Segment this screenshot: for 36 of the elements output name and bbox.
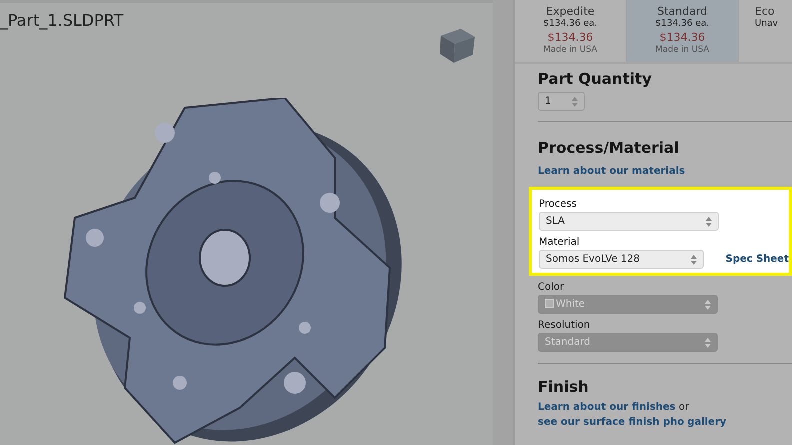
up-down-arrow-icon <box>690 254 697 264</box>
gallery-link[interactable]: gallery <box>688 417 727 428</box>
file-name: _Part_1.SLDPRT <box>0 10 124 32</box>
connector-text: or <box>678 402 690 413</box>
select-field: Standard <box>538 333 718 352</box>
gallery-link[interactable]: see our surface finish pho <box>538 417 684 428</box>
field-label: Process <box>539 198 578 212</box>
view-cube-icon[interactable] <box>437 26 477 64</box>
total-price: $134.36 <box>658 30 706 46</box>
up-down-arrow-icon <box>705 338 711 348</box>
spec-sheet-link[interactable]: Spec Sheet <box>726 252 789 267</box>
option-name: Standard <box>656 5 709 19</box>
select-field: White <box>538 295 718 314</box>
section-heading: Finish <box>538 378 590 396</box>
section-heading: Part Quantity <box>538 70 653 88</box>
option-name: Eco <box>755 5 776 20</box>
select-field[interactable]: SLA <box>539 212 719 231</box>
up-down-arrow-icon <box>706 216 712 226</box>
up-down-arrow-icon <box>705 300 711 310</box>
total-price: $134.36 <box>546 30 594 46</box>
materials-link[interactable]: Learn about our materials <box>538 164 686 179</box>
field-label: Color <box>538 281 566 295</box>
select-field[interactable]: Somos EvoLVe 128 <box>539 250 704 269</box>
shipping-option-tab[interactable]: Standard $134.36 ea. $134.36 Made in USA <box>627 0 739 62</box>
finishes-link[interactable]: Learn about our finishes <box>538 402 676 413</box>
option-name: Expedite <box>545 5 596 19</box>
unit-price: Unav <box>755 19 780 31</box>
unit-price: $134.36 ea. <box>654 19 710 31</box>
origin-label: Made in USA <box>654 45 710 56</box>
field-label: Material <box>539 236 581 250</box>
section-heading: Process/Material <box>538 139 680 157</box>
up-down-arrow-icon <box>572 96 578 106</box>
unit-price: $134.36 ea. <box>542 19 598 31</box>
field-label: Resolution <box>538 319 592 333</box>
quantity-select[interactable]: 1 <box>538 92 585 111</box>
origin-label: Made in USA <box>542 45 598 56</box>
